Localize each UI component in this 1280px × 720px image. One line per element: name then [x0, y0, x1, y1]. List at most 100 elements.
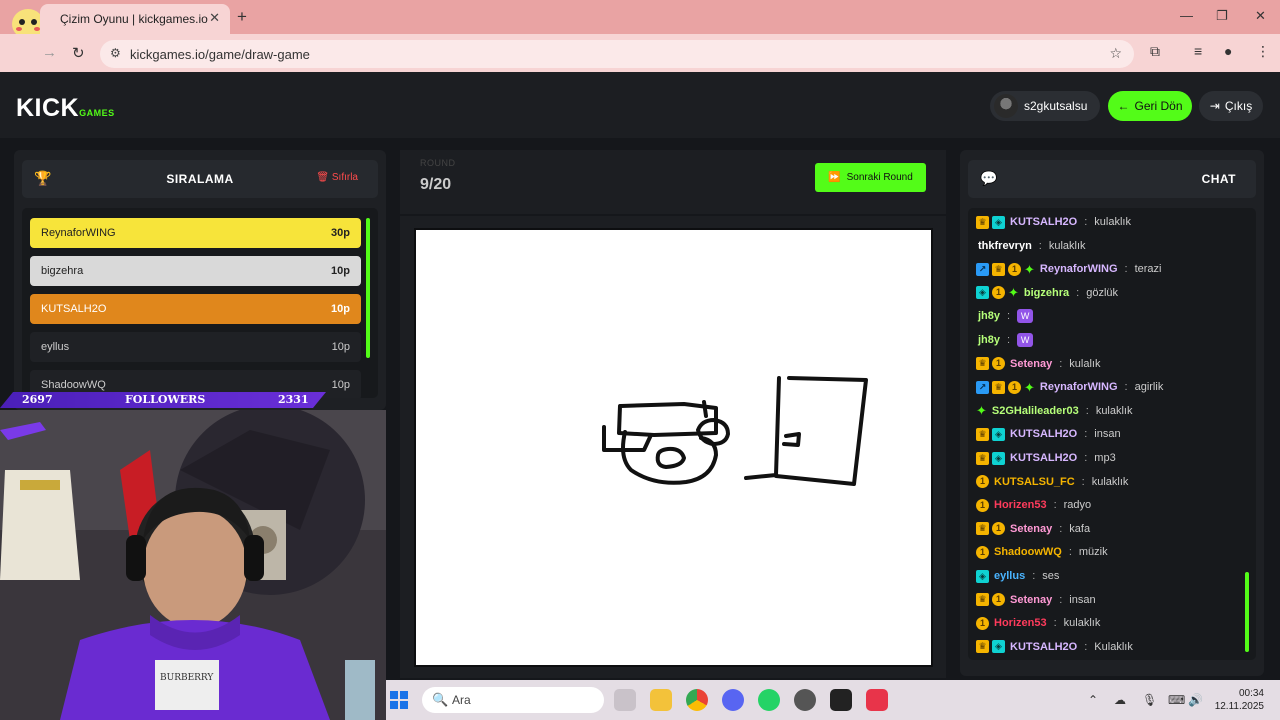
valorant-icon[interactable] [866, 689, 888, 711]
username: s2gkutsalsu [1024, 99, 1088, 113]
minimize-button[interactable]: — [1180, 8, 1193, 23]
onedrive-icon[interactable]: ☁ [1114, 693, 1126, 707]
chat-username[interactable]: jh8y [978, 310, 1000, 322]
chat-message: ◈ 1 ✦ bigzehra: gözlük [976, 283, 1118, 303]
chat-username[interactable]: eyllus [994, 570, 1025, 582]
chat-emote: W [1017, 333, 1034, 347]
ranking-list: ReynaforWING 30p bigzehra 10p KUTSALH2O … [22, 208, 378, 398]
chat-username[interactable]: KUTSALH2O [1010, 641, 1077, 653]
chat-username[interactable]: jh8y [978, 334, 1000, 346]
chat-message: ↗ ♛ 1 ✦ ReynaforWING: terazi [976, 259, 1162, 279]
chat-username[interactable]: KUTSALH2O [1010, 452, 1077, 464]
chat-panel: 💬 CHAT ♛ ◈ KUTSALH2O: kulaklık thkfrevryn: ku… [960, 150, 1264, 676]
reload-icon[interactable]: ↻ [72, 44, 85, 62]
chat-text: insan [1069, 593, 1096, 606]
chat-separator: : [1059, 357, 1063, 370]
exit-label: Çıkış [1224, 99, 1253, 113]
forward-icon[interactable]: → [42, 44, 57, 61]
chat-scrollbar[interactable] [1245, 212, 1249, 656]
user-avatar [994, 94, 1018, 118]
discord-icon[interactable] [722, 689, 744, 711]
drawing-strokes [602, 376, 868, 486]
reset-button[interactable]: 🗑 Sıfırla [316, 172, 358, 183]
chat-username[interactable]: KUTSALH2O [1010, 428, 1077, 440]
maximize-button[interactable]: ❐ [1216, 8, 1228, 24]
next-round-label: Sonraki Round [846, 172, 913, 183]
chat-text: kafa [1069, 522, 1091, 535]
chat-username[interactable]: Setenay [1010, 358, 1052, 370]
chat-username[interactable]: Setenay [1010, 523, 1052, 535]
file-explorer-icon[interactable] [650, 689, 672, 711]
chat-separator: : [1007, 310, 1011, 323]
task-view-icon[interactable] [614, 689, 636, 711]
chat-message: ♛ ◈ KUTSALH2O: Kulaklık [976, 637, 1133, 657]
bookmark-star-icon[interactable]: ☆ [1109, 45, 1122, 62]
taskbar-clock[interactable]: 00:34 12.11.2025 [1212, 687, 1264, 713]
coin-badge-icon: 1 [992, 593, 1005, 607]
browser-tab[interactable]: Çizim Oyunu | kickgames.io ✕ [40, 4, 230, 34]
coin-badge-icon: 1 [992, 357, 1005, 371]
chat-username[interactable]: KUTSALH2O [1010, 216, 1077, 228]
chat-text: kulaklık [1091, 475, 1129, 488]
network-icon[interactable]: ⌨ [1168, 693, 1185, 707]
chat-emote: W [1017, 309, 1034, 324]
extensions-icon[interactable]: ⧉ [1150, 43, 1160, 60]
chat-username[interactable]: bigzehra [1024, 287, 1069, 299]
chat-text: ses [1042, 570, 1060, 582]
coin-badge-icon: 1 [992, 522, 1005, 536]
user-profile-pill[interactable]: s2gkutsalsu [990, 91, 1100, 121]
chrome-icon[interactable] [686, 689, 708, 711]
drawing-canvas[interactable] [414, 228, 933, 667]
browser-address-bar: → ↻ ⚙ kickgames.io/game/draw-game ☆ ⧉ ≡ … [0, 34, 1280, 72]
chat-username[interactable]: Horizen53 [994, 499, 1047, 511]
exit-button[interactable]: ⇥ Çıkış [1199, 91, 1263, 121]
player-name: bigzehra [41, 265, 84, 277]
chat-message: jh8y: W [976, 330, 1034, 350]
pin-badge-icon: ↗ [976, 380, 989, 394]
crown-badge-icon: ♛ [976, 427, 989, 441]
site-settings-icon[interactable]: ⚙ [110, 46, 121, 60]
back-button[interactable]: ← Geri Dön [1108, 91, 1192, 121]
chat-username[interactable]: KUTSALSU_FC [994, 476, 1075, 488]
whatsapp-icon[interactable] [758, 689, 780, 711]
chat-username[interactable]: ShadoowWQ [994, 546, 1062, 558]
microphone-icon[interactable]: 🎙 [1142, 693, 1157, 707]
chat-username[interactable]: ReynaforWING [1040, 263, 1118, 275]
chat-username[interactable]: S2GHalileader03 [992, 405, 1079, 417]
chat-username[interactable]: thkfrevryn [978, 240, 1032, 252]
new-tab-button[interactable]: + [237, 7, 247, 27]
menu-icon[interactable]: ⋮ [1256, 43, 1270, 60]
round-label: ROUND [420, 158, 456, 168]
next-round-button[interactable]: ⏩ Sonraki Round [815, 163, 926, 192]
ranking-scrollbar[interactable] [366, 212, 370, 392]
pin-badge-icon: ↗ [976, 262, 989, 276]
chat-message: 1 Horizen53: radyo [976, 495, 1091, 515]
media-icon[interactable]: ≡ [1194, 43, 1202, 59]
crown-badge-icon: ♛ [992, 262, 1005, 276]
chat-username[interactable]: Setenay [1010, 594, 1052, 606]
app-icon[interactable] [830, 689, 852, 711]
tray-chevron-icon[interactable]: ⌃ [1088, 693, 1098, 707]
close-window-button[interactable]: ✕ [1255, 8, 1266, 24]
chat-username[interactable]: ReynaforWING [1040, 381, 1118, 393]
chat-message: ♛ ◈ KUTSALH2O: insan [976, 424, 1121, 444]
player-points: 10p [331, 341, 350, 353]
crown-badge-icon: ♛ [976, 593, 989, 607]
chat-messages: ♛ ◈ KUTSALH2O: kulaklık thkfrevryn: kulaklık ↗… [968, 208, 1256, 660]
chat-username[interactable]: Horizen53 [994, 617, 1047, 629]
tab-close-icon[interactable]: ✕ [209, 10, 220, 26]
chat-separator: : [1053, 499, 1057, 512]
coin-badge-icon: 1 [976, 475, 989, 489]
chat-separator: : [1007, 334, 1011, 346]
ranking-row: ReynaforWING 30p [30, 218, 361, 248]
windows-start-icon[interactable] [390, 691, 408, 709]
url-field[interactable]: ⚙ kickgames.io/game/draw-game ☆ [100, 40, 1134, 68]
chat-message: ♛ ◈ KUTSALH2O: mp3 [976, 448, 1116, 468]
kickgames-logo[interactable]: KICKGAMES [16, 94, 114, 123]
chat-text: insan [1094, 428, 1121, 441]
profile-icon[interactable]: ● [1224, 43, 1232, 59]
taskbar-search[interactable]: 🔍 Ara [422, 687, 604, 713]
obs-icon[interactable] [794, 689, 816, 711]
verified-badge-icon: ◈ [992, 451, 1005, 465]
volume-icon[interactable]: 🔊 [1188, 693, 1203, 707]
